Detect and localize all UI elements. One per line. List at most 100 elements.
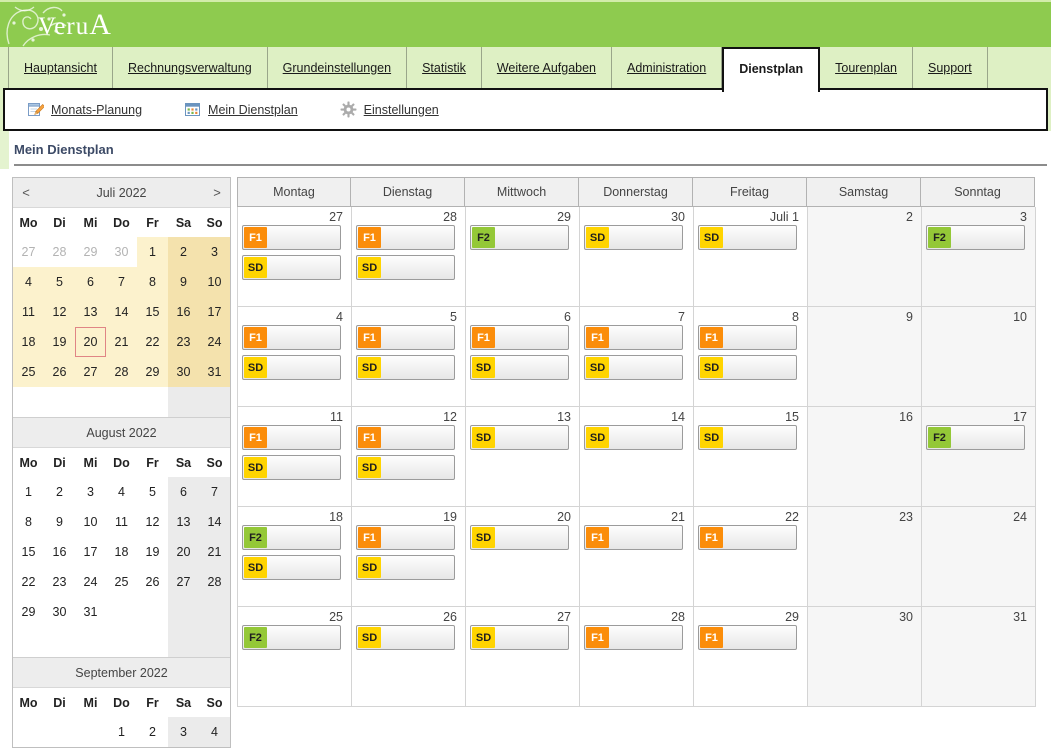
day-cell[interactable]: 19F1SD [352, 507, 466, 607]
mini-day-cell[interactable]: 10 [75, 507, 106, 537]
mini-day-cell[interactable]: 23 [44, 567, 75, 597]
mini-day-cell[interactable]: 3 [199, 237, 230, 267]
shift-entry-f1[interactable]: F1 [698, 625, 797, 650]
shift-entry-sd[interactable]: SD [356, 255, 455, 280]
mini-day-cell[interactable]: 31 [199, 357, 230, 387]
day-cell[interactable]: 28F1SD [352, 207, 466, 307]
shift-entry-sd[interactable]: SD [242, 355, 341, 380]
mini-day-cell[interactable]: 4 [106, 477, 137, 507]
gear-icon[interactable] [340, 101, 357, 118]
shift-entry-f2[interactable]: F2 [242, 625, 341, 650]
mini-day-cell[interactable]: 10 [199, 267, 230, 297]
shift-entry-sd[interactable]: SD [242, 455, 341, 480]
day-cell[interactable]: 24 [922, 507, 1036, 607]
day-cell[interactable]: 13SD [466, 407, 580, 507]
day-cell[interactable]: 4F1SD [238, 307, 352, 407]
day-cell[interactable]: 7F1SD [580, 307, 694, 407]
mini-day-cell[interactable]: 12 [137, 507, 168, 537]
tab-grundeinstellungen[interactable]: Grundeinstellungen [268, 47, 407, 88]
calendar-edit-icon[interactable] [27, 101, 44, 118]
mini-day-cell[interactable]: 3 [168, 717, 199, 747]
mini-day-cell[interactable]: 13 [168, 507, 199, 537]
day-cell[interactable]: 10 [922, 307, 1036, 407]
day-cell[interactable]: 9 [808, 307, 922, 407]
tab-rechnungsverwaltung[interactable]: Rechnungsverwaltung [113, 47, 268, 88]
shift-entry-sd[interactable]: SD [698, 355, 797, 380]
shift-entry-sd[interactable]: SD [470, 355, 569, 380]
day-cell[interactable]: 16 [808, 407, 922, 507]
day-cell[interactable]: 8F1SD [694, 307, 808, 407]
shift-entry-sd[interactable]: SD [356, 455, 455, 480]
shift-entry-f1[interactable]: F1 [470, 325, 569, 350]
mini-day-cell[interactable]: 1 [106, 717, 137, 747]
mini-day-cell[interactable]: 13 [75, 297, 106, 327]
day-cell[interactable]: 29F1 [694, 607, 808, 707]
shift-entry-sd[interactable]: SD [584, 425, 683, 450]
tab-dienstplan[interactable]: Dienstplan [722, 47, 820, 92]
day-cell[interactable]: 20SD [466, 507, 580, 607]
day-cell[interactable]: 3F2 [922, 207, 1036, 307]
shift-entry-f1[interactable]: F1 [356, 425, 455, 450]
shift-entry-f2[interactable]: F2 [242, 525, 341, 550]
einstellungen-link[interactable]: Einstellungen [364, 103, 439, 117]
shift-entry-f2[interactable]: F2 [926, 225, 1025, 250]
mini-day-cell[interactable]: 24 [75, 567, 106, 597]
day-cell[interactable]: 31 [922, 607, 1036, 707]
mini-day-cell[interactable]: 30 [168, 357, 199, 387]
day-cell[interactable]: 25F2 [238, 607, 352, 707]
mini-day-cell[interactable]: 26 [137, 567, 168, 597]
mini-day-cell[interactable]: 21 [199, 537, 230, 567]
mini-day-cell[interactable]: 11 [106, 507, 137, 537]
shift-entry-sd[interactable]: SD [356, 625, 455, 650]
day-cell[interactable]: 29F2 [466, 207, 580, 307]
day-cell[interactable]: 30SD [580, 207, 694, 307]
day-cell[interactable]: 18F2SD [238, 507, 352, 607]
mini-day-cell[interactable]: 1 [13, 477, 44, 507]
mini-day-cell[interactable]: 7 [199, 477, 230, 507]
prev-month-button[interactable]: < [13, 185, 39, 200]
day-cell[interactable]: 17F2 [922, 407, 1036, 507]
mini-day-cell[interactable]: 5 [137, 477, 168, 507]
tab-statistik[interactable]: Statistik [407, 47, 482, 88]
mini-day-cell[interactable]: 2 [137, 717, 168, 747]
day-cell[interactable]: 5F1SD [352, 307, 466, 407]
mini-day-cell[interactable]: 2 [44, 477, 75, 507]
mini-day-cell[interactable]: 12 [44, 297, 75, 327]
shift-entry-f1[interactable]: F1 [698, 325, 797, 350]
shift-entry-f1[interactable]: F1 [356, 525, 455, 550]
tab-tourenplan[interactable]: Tourenplan [820, 47, 913, 88]
day-cell[interactable]: 27SD [466, 607, 580, 707]
mini-day-cell[interactable]: 30 [106, 237, 137, 267]
day-cell[interactable]: 23 [808, 507, 922, 607]
tab-weitere-aufgaben[interactable]: Weitere Aufgaben [482, 47, 612, 88]
mini-day-cell[interactable]: 29 [13, 597, 44, 627]
mini-day-cell[interactable]: 21 [106, 327, 137, 357]
shift-entry-f1[interactable]: F1 [584, 625, 683, 650]
shift-entry-sd[interactable]: SD [470, 625, 569, 650]
tab-administration[interactable]: Administration [612, 47, 722, 88]
mini-day-cell[interactable]: 6 [168, 477, 199, 507]
mini-day-cell[interactable]: 1 [137, 237, 168, 267]
mini-day-cell[interactable]: 8 [137, 267, 168, 297]
tab-hauptansicht[interactable]: Hauptansicht [8, 47, 113, 88]
mini-day-cell[interactable]: 23 [168, 327, 199, 357]
mini-day-cell[interactable]: 25 [106, 567, 137, 597]
mini-day-cell[interactable]: 28 [199, 567, 230, 597]
mini-day-cell[interactable]: 3 [75, 477, 106, 507]
shift-entry-sd[interactable]: SD [470, 425, 569, 450]
mini-day-cell[interactable]: 14 [106, 297, 137, 327]
shift-entry-f1[interactable]: F1 [584, 325, 683, 350]
shift-entry-sd[interactable]: SD [242, 555, 341, 580]
mini-day-cell[interactable]: 16 [44, 537, 75, 567]
shift-entry-f1[interactable]: F1 [242, 225, 341, 250]
mini-day-cell[interactable]: 19 [44, 327, 75, 357]
mini-day-cell[interactable]: 19 [137, 537, 168, 567]
mini-day-cell[interactable]: 22 [13, 567, 44, 597]
mini-day-cell[interactable]: 15 [137, 297, 168, 327]
mini-day-cell[interactable]: 9 [44, 507, 75, 537]
day-cell[interactable]: 26SD [352, 607, 466, 707]
monats-planung-link[interactable]: Monats-Planung [51, 103, 142, 117]
mini-day-cell[interactable]: 4 [199, 717, 230, 747]
shift-entry-f1[interactable]: F1 [242, 425, 341, 450]
mini-day-cell[interactable]: 17 [75, 537, 106, 567]
